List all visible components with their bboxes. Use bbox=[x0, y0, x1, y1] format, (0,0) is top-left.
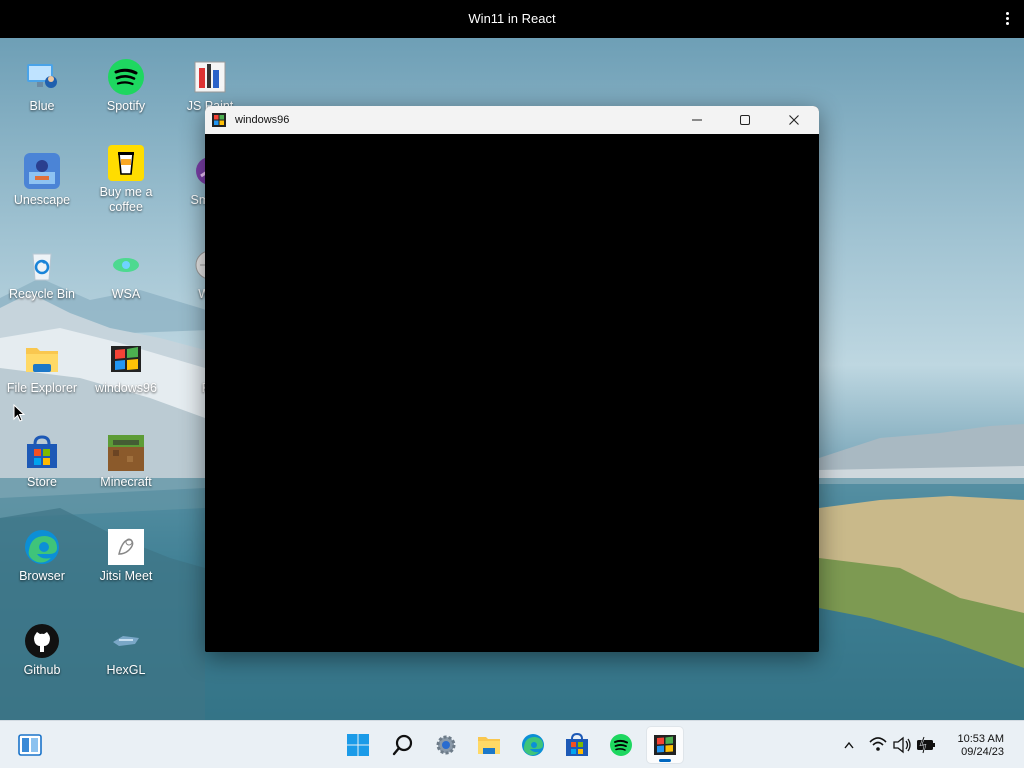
recycle-bin-icon bbox=[23, 246, 61, 284]
desktop-icon-spotify[interactable]: Spotify bbox=[84, 58, 168, 114]
search-icon bbox=[392, 734, 413, 756]
maximize-button[interactable] bbox=[722, 106, 768, 134]
volume-icon[interactable] bbox=[892, 721, 912, 768]
paint-icon bbox=[191, 58, 229, 96]
browser-title: Win11 in React bbox=[468, 11, 556, 26]
windows96-icon bbox=[107, 340, 145, 378]
taskbar-store-button[interactable] bbox=[559, 727, 595, 763]
desktop-icon-windows96[interactable]: windows96 bbox=[84, 340, 168, 396]
github-icon bbox=[23, 622, 61, 660]
taskbar-spotify-button[interactable] bbox=[603, 727, 639, 763]
taskbar-start-button[interactable] bbox=[340, 727, 376, 763]
taskbar-search-button[interactable] bbox=[385, 727, 421, 763]
desktop-icon-hexgl[interactable]: HexGL bbox=[84, 622, 168, 678]
folder-icon bbox=[23, 340, 61, 378]
wsa-icon bbox=[107, 246, 145, 284]
desktop-icon-github[interactable]: Github bbox=[0, 622, 84, 678]
taskbar-windows96-button[interactable] bbox=[647, 727, 683, 763]
spotify-icon bbox=[107, 58, 145, 96]
jitsi-icon bbox=[107, 528, 145, 566]
clock-time: 10:53 AM bbox=[957, 733, 1004, 745]
desktop-icon-buy-me-a-coffee[interactable]: Buy me a coffee bbox=[84, 144, 168, 215]
desktop-icon-store[interactable]: Store bbox=[0, 434, 84, 490]
coffee-cup-icon bbox=[107, 144, 145, 182]
browser-title-bar: Win11 in React bbox=[0, 0, 1024, 38]
taskbar-settings-button[interactable] bbox=[428, 727, 464, 763]
user-monitor-icon bbox=[23, 58, 61, 96]
window-content-area[interactable] bbox=[205, 134, 819, 652]
windows-start-icon bbox=[347, 734, 369, 756]
desktop-icon-unescape[interactable]: Unescape bbox=[0, 152, 84, 208]
mouse-cursor-icon bbox=[13, 404, 25, 422]
desktop-icon-minecraft[interactable]: Minecraft bbox=[84, 434, 168, 490]
edge-browser-icon bbox=[522, 734, 544, 756]
desktop-icon-wsa[interactable]: WSA bbox=[84, 246, 168, 302]
store-icon bbox=[23, 434, 61, 472]
unescape-icon bbox=[23, 152, 61, 190]
store-icon bbox=[566, 733, 588, 756]
chevron-up-icon[interactable] bbox=[842, 721, 856, 768]
taskbar: 10:53 AM 09/24/23 bbox=[0, 720, 1024, 768]
minecraft-icon bbox=[107, 434, 145, 472]
minimize-button[interactable] bbox=[674, 106, 720, 134]
taskbar-edge-button[interactable] bbox=[515, 727, 551, 763]
close-icon bbox=[789, 115, 799, 125]
battery-charging-icon[interactable] bbox=[915, 721, 937, 768]
settings-gear-icon bbox=[436, 735, 456, 755]
minimize-icon bbox=[692, 119, 702, 121]
kebab-menu-icon[interactable] bbox=[1006, 12, 1010, 26]
clock-date: 09/24/23 bbox=[961, 746, 1004, 758]
windows96-icon bbox=[212, 113, 226, 127]
wifi-icon[interactable] bbox=[868, 721, 888, 768]
active-indicator bbox=[659, 759, 671, 762]
taskbar-clock[interactable]: 10:53 AM 09/24/23 bbox=[958, 733, 1004, 759]
desktop-icon-blue[interactable]: Blue bbox=[0, 58, 84, 114]
desktop-icon-browser[interactable]: Browser bbox=[0, 528, 84, 584]
windows96-icon bbox=[654, 735, 676, 755]
taskbar-file-explorer-button[interactable] bbox=[471, 727, 507, 763]
app-window-windows96[interactable]: windows96 bbox=[205, 106, 819, 652]
widgets-icon bbox=[18, 734, 42, 756]
close-button[interactable] bbox=[771, 106, 817, 134]
maximize-icon bbox=[740, 115, 750, 125]
folder-icon bbox=[478, 737, 500, 754]
desktop-icon-recycle-bin[interactable]: Recycle Bin bbox=[0, 246, 84, 302]
widgets-button[interactable] bbox=[12, 727, 48, 763]
window-title-bar[interactable]: windows96 bbox=[205, 106, 819, 134]
desktop-icon-jitsi-meet[interactable]: Jitsi Meet bbox=[84, 528, 168, 584]
spotify-icon bbox=[610, 734, 632, 756]
hexgl-icon bbox=[107, 622, 145, 660]
desktop-icon-file-explorer[interactable]: File Explorer bbox=[0, 340, 84, 396]
edge-browser-icon bbox=[23, 528, 61, 566]
window-title: windows96 bbox=[235, 114, 290, 126]
